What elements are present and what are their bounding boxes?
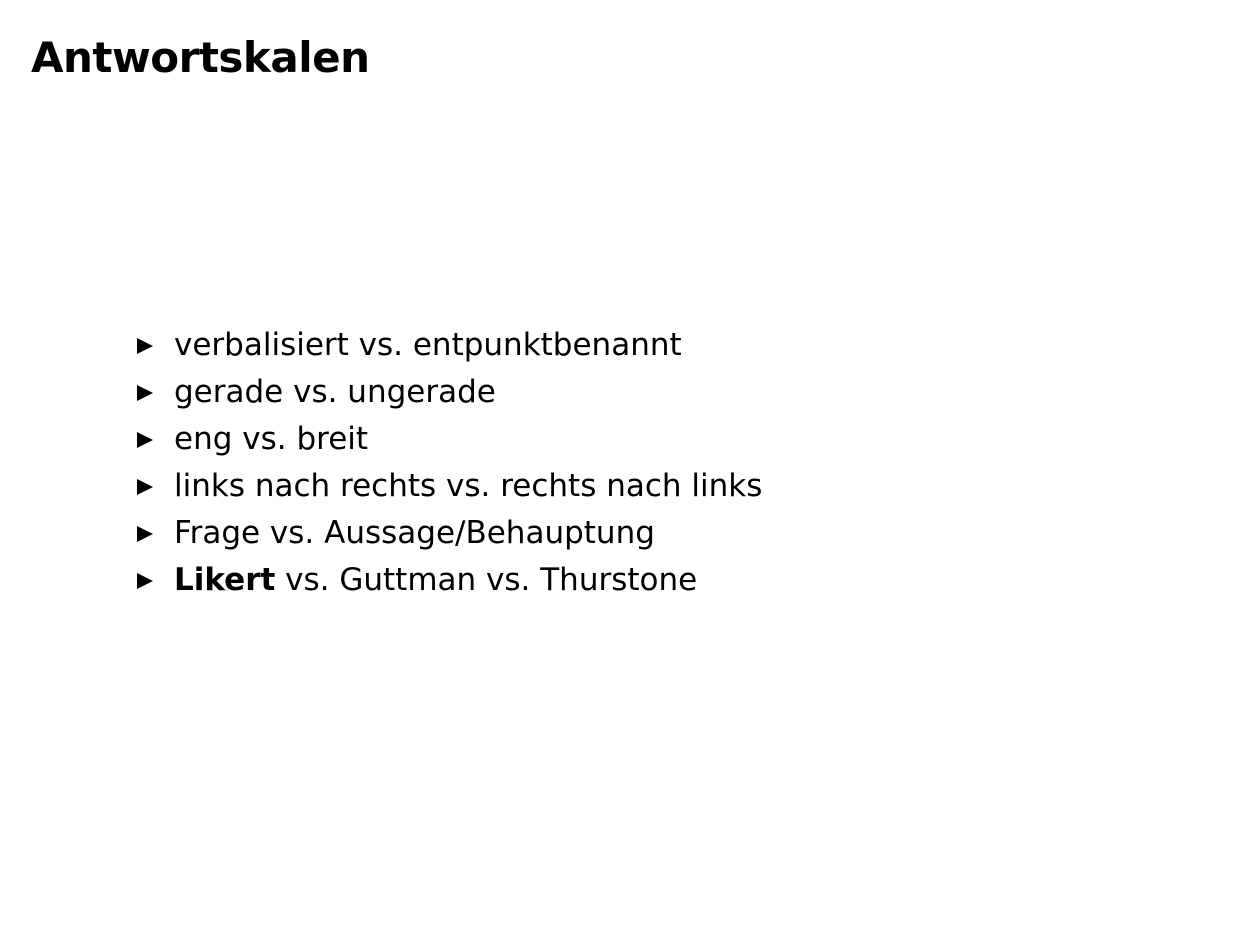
list-item: Likert vs. Guttman vs. Thurstone [137,557,762,604]
triangle-right-icon [137,572,153,589]
triangle-right-icon [137,337,153,354]
list-item: links nach rechts vs. rechts nach links [137,463,762,510]
list-item: Frage vs. Aussage/Behauptung [137,510,762,557]
bullet-text: gerade vs. ungerade [174,374,496,410]
bullet-emphasis: Likert [174,562,276,598]
bullet-text: Likert vs. Guttman vs. Thurstone [174,557,697,604]
list-item: eng vs. breit [137,416,762,463]
bullet-text: Frage vs. Aussage/Behauptung [174,515,655,551]
bullet-text: eng vs. breit [174,421,369,457]
list-item: verbalisiert vs. entpunktbenannt [137,322,762,369]
bullet-text: links nach rechts vs. rechts nach links [174,468,763,504]
bullet-rest: vs. Guttman vs. Thurstone [275,562,698,598]
list-item: gerade vs. ungerade [137,369,762,416]
bullet-text: verbalisiert vs. entpunktbenannt [174,327,682,363]
slide-title: Antwortskalen [31,33,370,82]
triangle-right-icon [137,431,153,448]
triangle-right-icon [137,525,153,542]
slide: Antwortskalen verbalisiert vs. entpunktb… [0,0,1260,945]
bullet-list: verbalisiert vs. entpunktbenannt gerade … [137,322,762,604]
triangle-right-icon [137,384,153,401]
triangle-right-icon [137,478,153,495]
